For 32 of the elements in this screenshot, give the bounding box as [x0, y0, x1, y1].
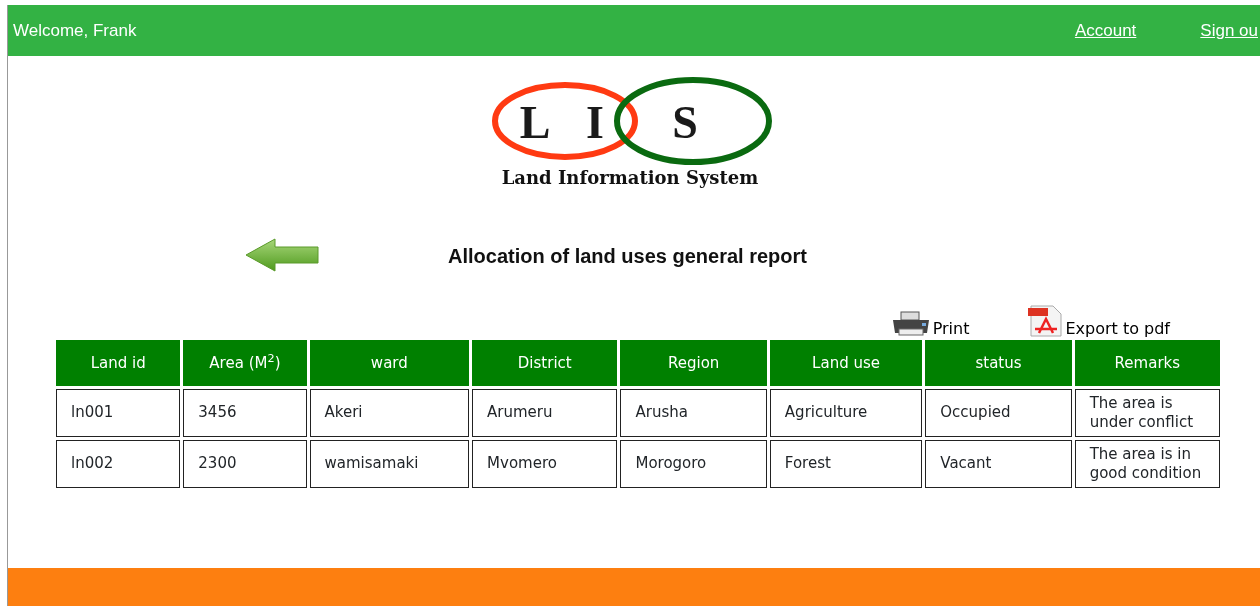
table-cell: Arumeru	[472, 389, 618, 437]
table-cell: The area is under conflict	[1074, 389, 1220, 437]
column-header: status	[925, 340, 1072, 386]
table-cell: The area is in good condition	[1074, 440, 1220, 488]
table-cell: Akeri	[309, 389, 470, 437]
table-cell: Occupied	[925, 389, 1072, 437]
column-header: ward	[309, 340, 470, 386]
table-cell: wamisamaki	[309, 440, 470, 488]
table-cell: Arusha	[620, 389, 767, 437]
column-header: Land id	[56, 340, 181, 386]
back-arrow-icon[interactable]	[245, 238, 319, 272]
table-cell: Agriculture	[769, 389, 923, 437]
table-cell: 3456	[183, 389, 307, 437]
table-cell: 2300	[183, 440, 307, 488]
table-cell: Vacant	[925, 440, 1072, 488]
column-header: Area (M$^{2}$)	[183, 340, 307, 386]
table-cell: Morogoro	[620, 440, 767, 488]
pdf-file-icon	[1027, 305, 1064, 337]
action-link[interactable]: Print	[890, 311, 970, 337]
logo: L I S Land Information System	[485, 76, 775, 191]
printer-icon	[890, 311, 931, 337]
table-cell: Forest	[769, 440, 923, 488]
column-header: District	[472, 340, 618, 386]
column-header: Land use	[769, 340, 923, 386]
column-header: Region	[620, 340, 767, 386]
report-title: Allocation of land uses general report	[448, 244, 807, 269]
table-cell: ln002	[56, 440, 181, 488]
table-cell: Mvomero	[472, 440, 618, 488]
column-header: Remarks	[1074, 340, 1220, 386]
welcome-text: Welcome, Frank	[13, 19, 137, 42]
action-link[interactable]: Export to pdf	[1027, 305, 1170, 337]
table-cell: ln001	[56, 389, 181, 437]
